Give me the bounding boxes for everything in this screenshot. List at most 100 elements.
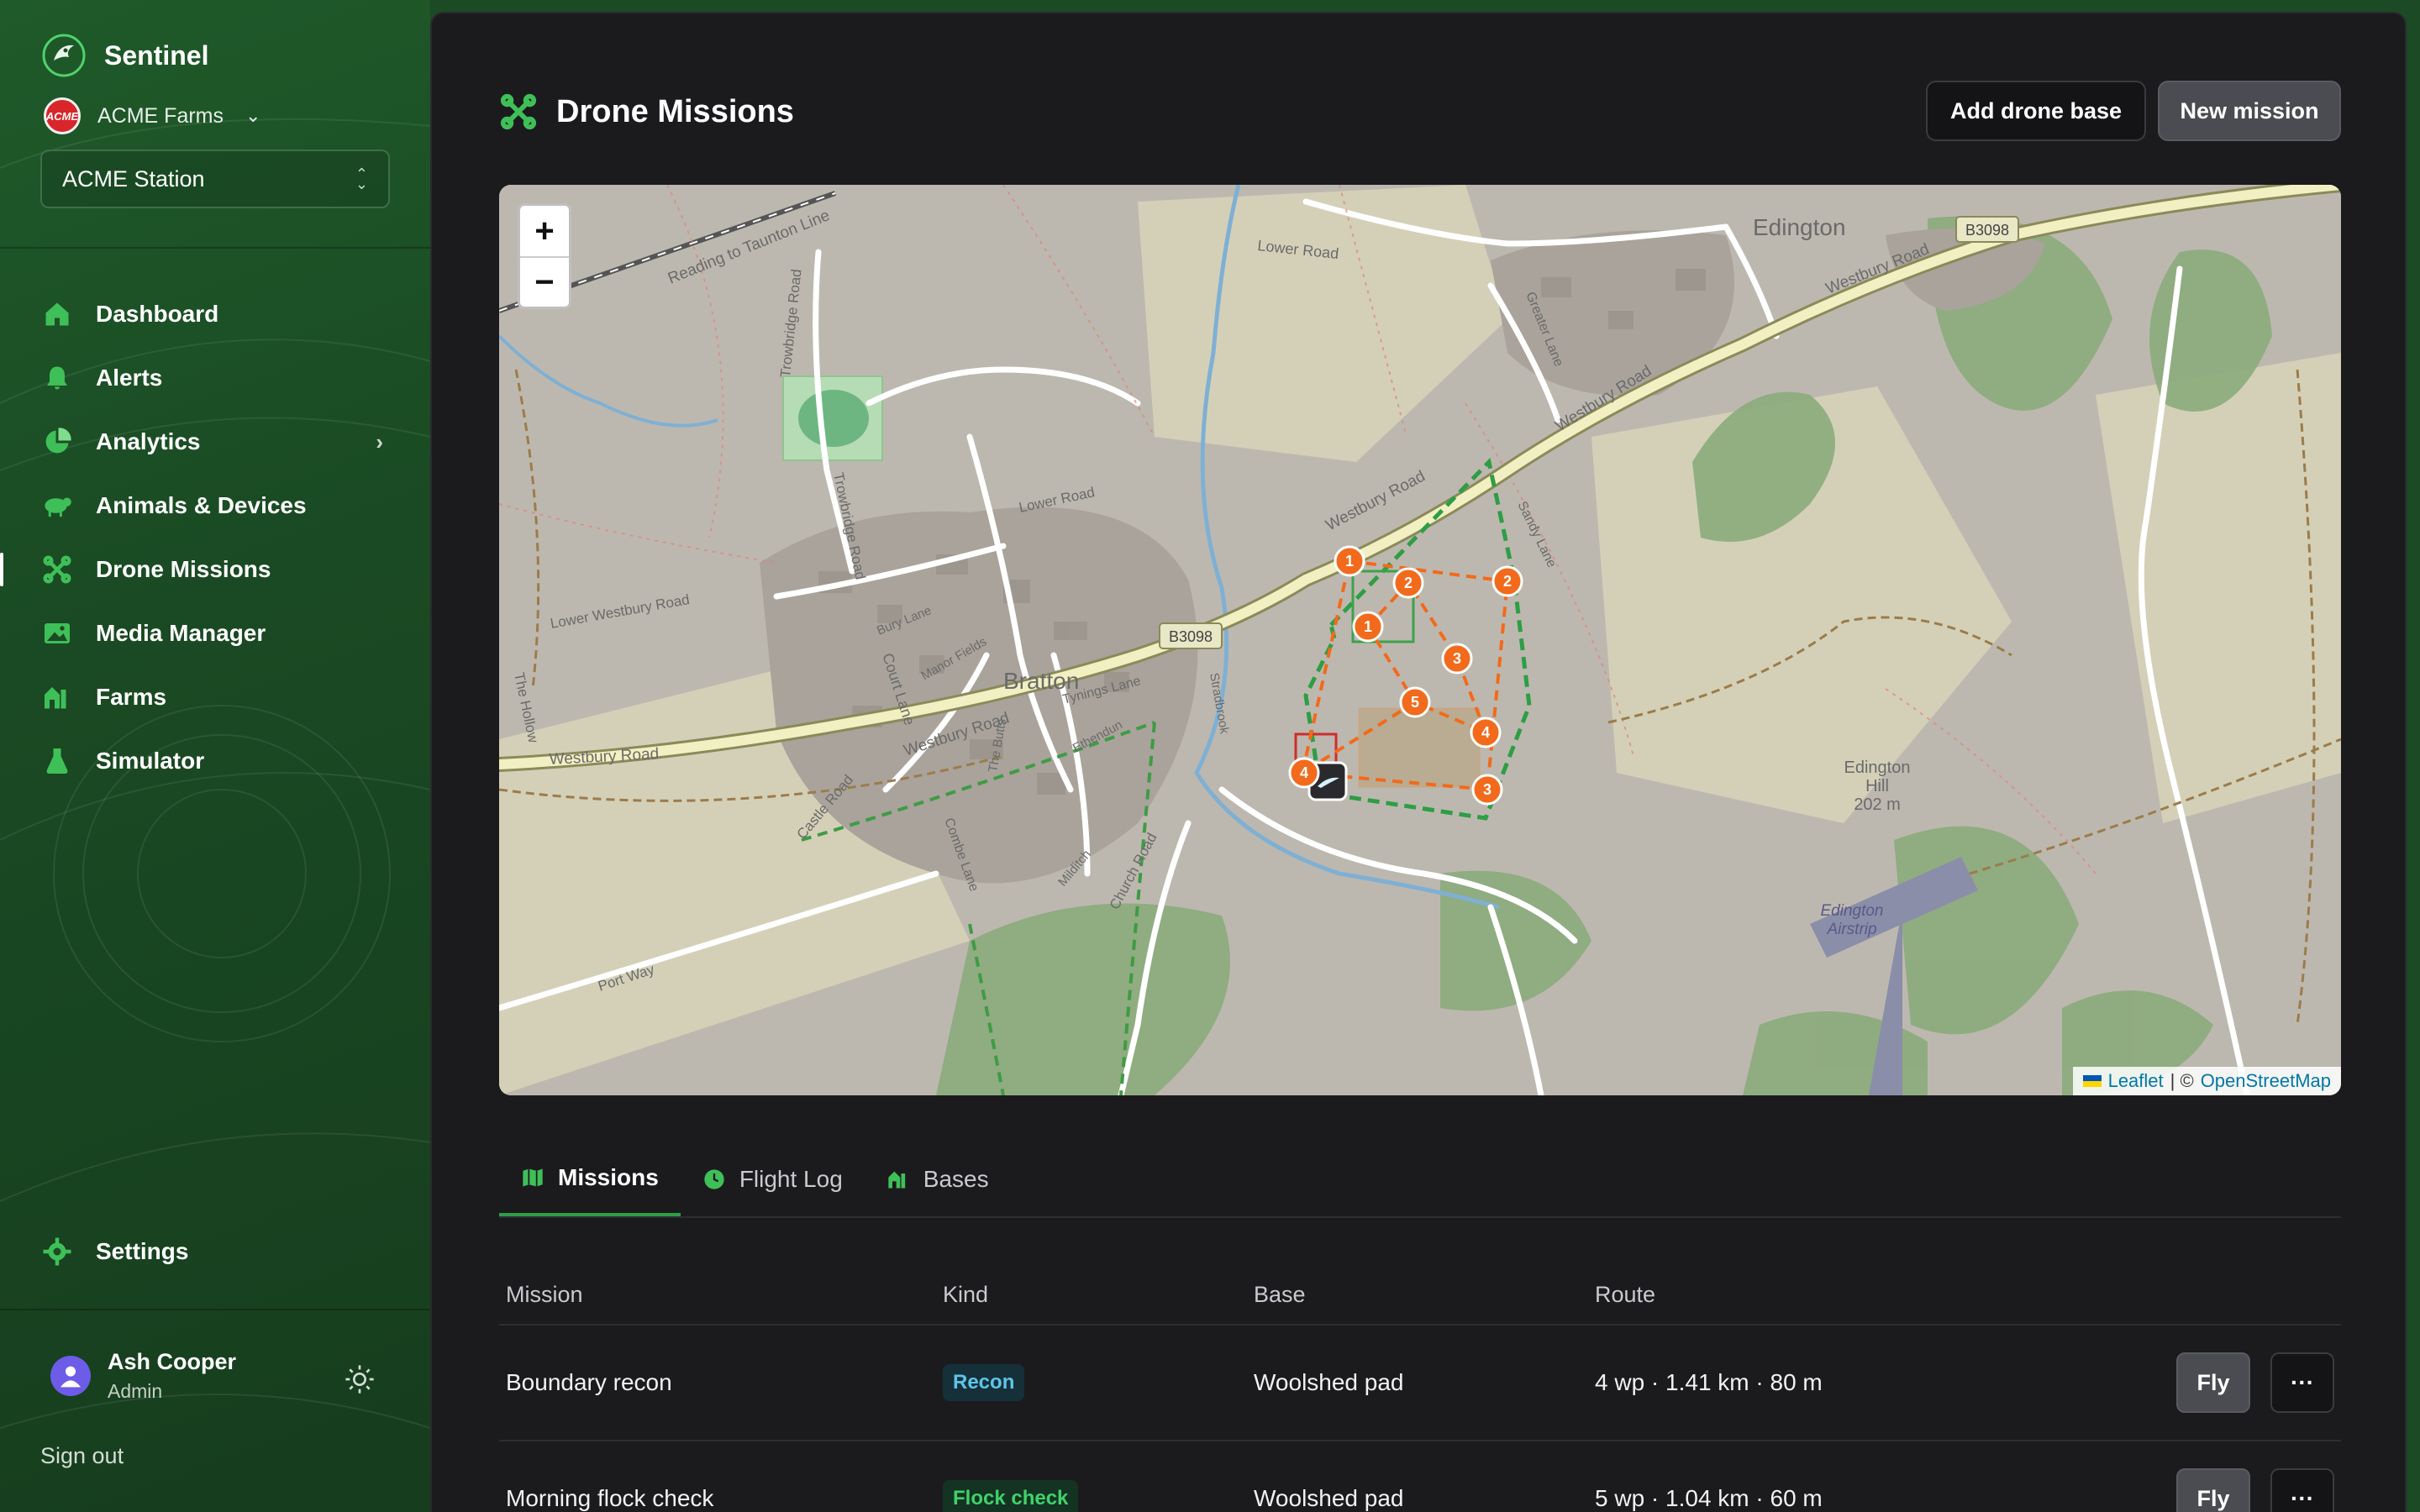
nav-item-animals-devices[interactable]: Animals & Devices [0,474,430,538]
mission-name: Boundary recon [506,1369,672,1395]
nav-label: Settings [96,1238,189,1264]
barn-icon [888,1171,905,1189]
nav-item-analytics[interactable]: Analytics › [0,410,430,474]
openstreetmap-link[interactable]: OpenStreetMap [2201,1070,2331,1092]
leaflet-link[interactable]: Leaflet [2108,1070,2164,1092]
nav-label: Animals & Devices [96,492,307,518]
main-content: Drone Missions Add drone base New missio… [430,12,2407,1512]
more-actions-button[interactable]: ··· [2270,1352,2334,1413]
table-row[interactable]: Morning flock check Flock check Woolshed… [499,1441,2341,1512]
main-nav: Dashboard Alerts Analytics › Animals & D… [0,282,430,793]
nav-item-farms[interactable]: Farms [0,665,430,729]
waypoint-marker[interactable]: 1 [1334,545,1365,577]
running-track [798,390,869,447]
nav-item-drone-missions[interactable]: Drone Missions [0,538,430,601]
mission-route: 4 wp · 1.41 km · 80 m [1595,1369,1823,1395]
nav-label: Analytics [96,428,201,454]
org-switcher[interactable]: ACME ACME Farms ⌄ [44,97,260,134]
nav-item-settings[interactable]: Settings [0,1220,430,1284]
row-actions: Fly ··· [2176,1352,2334,1413]
map-tiles[interactable]: Edington Bratton Edington Airstrip Eding… [499,185,2341,1095]
zoom-out-button[interactable]: − [520,256,569,307]
sidebar-divider [0,1309,430,1310]
waypoint-label: 4 [1481,724,1490,741]
mission-base: Woolshed pad [1254,1485,1404,1511]
mission-base: Woolshed pad [1254,1369,1404,1395]
flask-icon [40,744,74,778]
nav-item-simulator[interactable]: Simulator [0,729,430,793]
bell-icon [40,361,74,395]
tab-missions[interactable]: Missions [499,1142,681,1216]
tab-label: Missions [558,1164,659,1190]
map-attribution: Leaflet | © OpenStreetMap [2072,1067,2341,1095]
tab-label: Flight Log [739,1166,843,1192]
page-header: Drone Missions [499,92,794,131]
nav-item-dashboard[interactable]: Dashboard [0,282,430,346]
nav-label: Farms [96,684,167,710]
org-logo: ACME [44,97,81,134]
column-header-mission[interactable]: Mission [499,1282,943,1308]
drone-icon [40,553,74,586]
waypoint-marker[interactable]: 1 [1352,611,1384,643]
theme-toggle-button[interactable] [343,1362,376,1396]
sign-out-link[interactable]: Sign out [40,1443,124,1469]
waypoint-marker[interactable]: 2 [1491,565,1523,597]
gear-icon [40,1235,74,1268]
map-label: 202 m [1854,795,1901,814]
waypoint-label: 3 [1453,650,1461,667]
chevron-up-down-icon: ⌃ ⌄ [355,165,368,192]
more-actions-button[interactable]: ··· [2270,1468,2334,1512]
column-header-route[interactable]: Route [1595,1282,2183,1308]
new-mission-button[interactable]: New mission [2158,81,2341,141]
chevron-right-icon: › [376,428,383,454]
waypoint-label: 2 [1503,573,1512,590]
tab-label: Bases [923,1166,989,1192]
sidebar-divider [0,247,430,249]
ukraine-flag-icon [2082,1075,2102,1087]
nav-item-media-manager[interactable]: Media Manager [0,601,430,665]
chevron-down-icon: ⌄ [245,105,261,126]
column-header-kind[interactable]: Kind [943,1282,1254,1308]
settings-section: Settings [0,1220,430,1284]
map-label: Bratton [1003,668,1079,694]
waypoint-marker[interactable]: 4 [1470,717,1502,748]
waypoint-marker[interactable]: 2 [1392,567,1424,599]
waypoint-label: 1 [1345,553,1354,570]
attribution-separator: | © [2170,1070,2194,1091]
table-header: Mission Kind Base Route [499,1265,2341,1326]
station-select[interactable]: ACME Station ⌃ ⌄ [40,150,390,208]
nav-label: Media Manager [96,620,266,646]
tab-bases[interactable]: Bases [865,1142,1011,1216]
mission-route: 5 wp · 1.04 km · 60 m [1595,1485,1823,1511]
waypoint-label: 4 [1300,764,1308,781]
waypoint-marker[interactable]: 4 [1288,757,1320,789]
app-name: Sentinel [104,39,209,71]
waypoint-label: 2 [1404,575,1413,591]
home-icon [40,297,74,331]
zoom-in-button[interactable]: + [520,206,569,256]
user-profile[interactable]: Ash Cooper Admin [50,1349,236,1403]
sun-icon [345,1365,374,1394]
mission-map[interactable]: Edington Bratton Edington Airstrip Eding… [499,185,2341,1095]
brand[interactable]: Sentinel [40,32,208,79]
waypoint-marker[interactable]: 3 [1441,643,1473,675]
nav-label: Alerts [96,365,163,391]
fly-button[interactable]: Fly [2176,1352,2250,1413]
nav-item-alerts[interactable]: Alerts [0,346,430,410]
waypoint-label: 3 [1483,781,1491,798]
barn-icon [40,680,74,714]
tab-flight-log[interactable]: Flight Log [681,1142,865,1216]
avatar [50,1356,91,1396]
page-title: Drone Missions [556,93,794,129]
add-drone-base-button[interactable]: Add drone base [1926,81,2146,141]
column-header-base[interactable]: Base [1254,1282,1595,1308]
waypoint-marker[interactable]: 3 [1471,774,1503,806]
map-icon [523,1168,543,1187]
sidebar: Sentinel ACME ACME Farms ⌄ ACME Station … [0,0,430,1512]
table-row[interactable]: Boundary recon Recon Woolshed pad 4 wp ·… [499,1326,2341,1441]
fly-button[interactable]: Fly [2176,1468,2250,1512]
waypoint-marker[interactable]: 5 [1399,686,1431,718]
tab-bar: Missions Flight Log Bases [499,1142,2341,1218]
map-label: Edington [1753,214,1846,240]
road-shield: B3098 [1955,216,2019,243]
